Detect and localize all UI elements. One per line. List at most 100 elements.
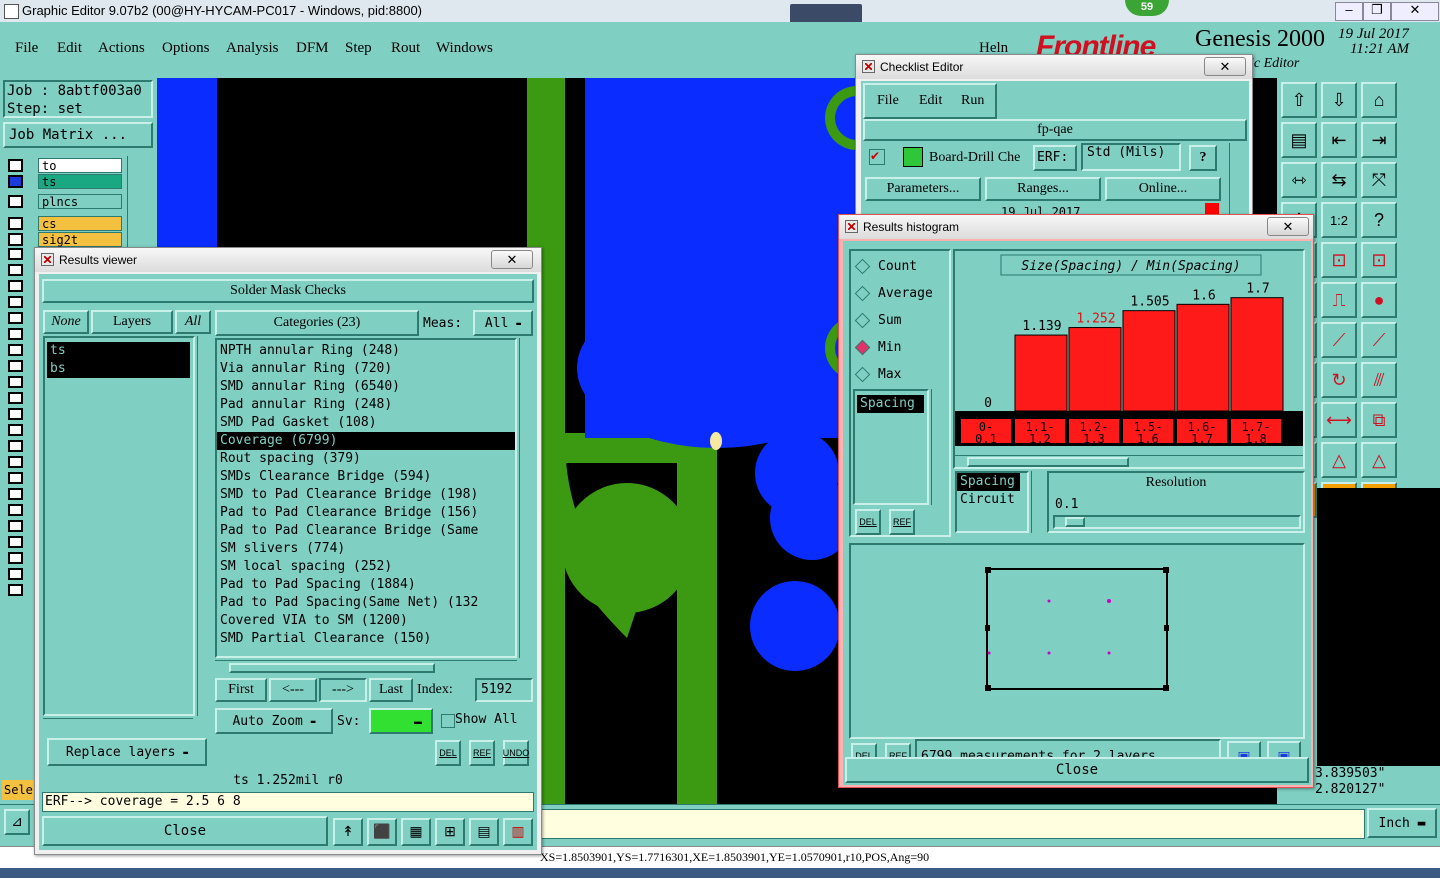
rotate-icon[interactable]: ↻ (1321, 362, 1357, 398)
scale-icon[interactable]: 1:2 (1321, 202, 1357, 238)
stretch-icon[interactable]: ⟷ (1321, 402, 1357, 438)
layer-row[interactable]: to (8, 158, 123, 173)
layer-checkbox[interactable] (8, 296, 23, 308)
show-all-checkbox[interactable] (441, 714, 455, 728)
option-sum[interactable]: Sum (851, 307, 949, 334)
category-item[interactable]: Pad to Pad Spacing(Same Net) (132 (217, 594, 515, 612)
layer-checkbox[interactable] (8, 408, 23, 420)
category-item[interactable]: Coverage (6799) (217, 432, 515, 450)
category-item[interactable]: SMDs Clearance Bridge (594) (217, 468, 515, 486)
histogram-bar[interactable] (1176, 303, 1230, 412)
measure-item[interactable]: Spacing (857, 395, 924, 413)
meas-dropdown[interactable]: All ▬ (473, 310, 533, 336)
layer-checkbox[interactable] (8, 360, 23, 372)
layer-list-scrollbar[interactable] (197, 336, 213, 716)
layer-checkbox[interactable] (8, 217, 23, 230)
layer-row[interactable]: ts (8, 174, 123, 189)
option-average[interactable]: Average (851, 280, 949, 307)
option-count[interactable]: Count (851, 253, 949, 280)
sv-color-dropdown[interactable]: ▬ (369, 708, 433, 734)
probe-icon[interactable]: ↟ (333, 818, 363, 846)
category-item[interactable]: Covered VIA to SM (1200) (217, 612, 515, 630)
line-icon[interactable]: ⟋ (1321, 322, 1357, 358)
triangle2-icon[interactable]: △ (1321, 442, 1357, 478)
line2-icon[interactable]: ⟋ (1361, 322, 1397, 358)
layer-checkbox[interactable] (8, 328, 23, 340)
layer-checkbox[interactable] (8, 280, 23, 292)
layers-button[interactable]: Layers (91, 310, 173, 334)
layer-row[interactable]: cs (8, 216, 123, 231)
up-icon[interactable]: ⇧ (1281, 82, 1317, 118)
menu-options[interactable]: Options (162, 40, 210, 57)
checklist-menu-run[interactable]: Run (961, 93, 984, 109)
hist-del-button[interactable]: DEL (855, 509, 881, 535)
undo-button[interactable]: UNDO (503, 740, 529, 766)
menu-file[interactable]: File (15, 40, 38, 57)
type-list-scrollbar[interactable] (1031, 471, 1048, 533)
layer-checkbox[interactable] (8, 568, 23, 580)
layer-checkbox[interactable] (8, 552, 23, 564)
replace-layers-dropdown[interactable]: Replace layers ▬ (47, 738, 207, 766)
erf-field[interactable]: Std (Mils) (1081, 143, 1181, 171)
job-matrix-button[interactable]: Job Matrix ... (3, 122, 153, 148)
histogram-bar[interactable] (1230, 297, 1284, 412)
minimize-button[interactable]: ‒ (1335, 2, 1363, 21)
layer-checkbox[interactable] (8, 472, 23, 484)
layer-checkbox[interactable] (8, 392, 23, 404)
menu-analysis[interactable]: Analysis (226, 40, 279, 57)
check-toggle[interactable]: ✔ (869, 149, 885, 165)
hist-ref-button[interactable]: REF (889, 509, 915, 535)
layer-item[interactable]: bs (47, 360, 190, 378)
index-field[interactable]: 5192 (475, 678, 533, 702)
ranges-button[interactable]: Ranges... (985, 177, 1101, 201)
layer-checkbox[interactable] (8, 248, 23, 260)
chart-hscroll-thumb[interactable] (967, 457, 1129, 467)
category-item[interactable]: SMD Partial Clearance (150) (217, 630, 515, 648)
chart-icon[interactable]: ▥ (503, 818, 533, 846)
layer-checkbox[interactable] (8, 536, 23, 548)
layer-checkbox[interactable] (8, 195, 23, 208)
categories-button[interactable]: Categories (23) (215, 310, 419, 336)
auto-zoom-dropdown[interactable]: Auto Zoom ▬ (215, 708, 333, 734)
checklist-scrollbar[interactable] (1229, 143, 1248, 221)
histogram-close-btn[interactable]: Close (845, 757, 1309, 783)
category-item[interactable]: Via annular Ring (720) (217, 360, 515, 378)
close-app-button[interactable]: ✕ (1391, 2, 1439, 21)
layer-list-hscroll[interactable] (43, 718, 193, 731)
menu-rout[interactable]: Rout (391, 40, 420, 57)
category-hscroll-thumb[interactable] (229, 663, 435, 673)
checklist-menu-edit[interactable]: Edit (919, 93, 942, 109)
menu-step[interactable]: Step (345, 40, 372, 57)
snap-icon[interactable]: ⊡ (1361, 242, 1397, 278)
first-button[interactable]: First (215, 678, 267, 702)
checklist-menu-file[interactable]: File (877, 93, 899, 109)
layer-checkbox[interactable] (8, 264, 23, 276)
category-item[interactable]: SMD annular Ring (6540) (217, 378, 515, 396)
layer-checkbox[interactable] (8, 440, 23, 452)
layer-row[interactable]: sig2t (8, 232, 123, 247)
help-button[interactable]: ? (1189, 145, 1217, 171)
right-icon[interactable]: ⇥ (1361, 122, 1397, 158)
layer-checkbox[interactable] (8, 488, 23, 500)
swap-icon[interactable]: ⇆ (1321, 162, 1357, 198)
ref-icon[interactable]: ▦ (401, 818, 431, 846)
grid-icon[interactable]: ▤ (1281, 122, 1317, 158)
layer-checkbox[interactable] (8, 504, 23, 516)
online-button[interactable]: Online... (1105, 177, 1221, 201)
task-toolbar[interactable] (790, 4, 862, 24)
layer-row[interactable]: plncs (8, 194, 123, 209)
resolution-slider-thumb[interactable] (1065, 517, 1085, 527)
home-icon[interactable]: ⌂ (1361, 82, 1397, 118)
layer-item[interactable]: ts (47, 342, 190, 360)
copy-icon[interactable]: ⧉ (1361, 402, 1397, 438)
all-layers-button[interactable]: All (175, 310, 211, 334)
category-hscroll[interactable] (215, 660, 517, 674)
report-icon[interactable]: ⬛ (367, 818, 397, 846)
option-min[interactable]: Min (851, 334, 949, 361)
layer-checkbox[interactable] (8, 175, 23, 188)
layers-icon[interactable]: ⊡ (1321, 242, 1357, 278)
command-line[interactable] (540, 809, 1365, 839)
resolution-slider[interactable] (1053, 515, 1301, 529)
histogram-close-icon[interactable]: ✕ (1267, 217, 1309, 236)
flip-icon[interactable]: ⇿ (1281, 162, 1317, 198)
